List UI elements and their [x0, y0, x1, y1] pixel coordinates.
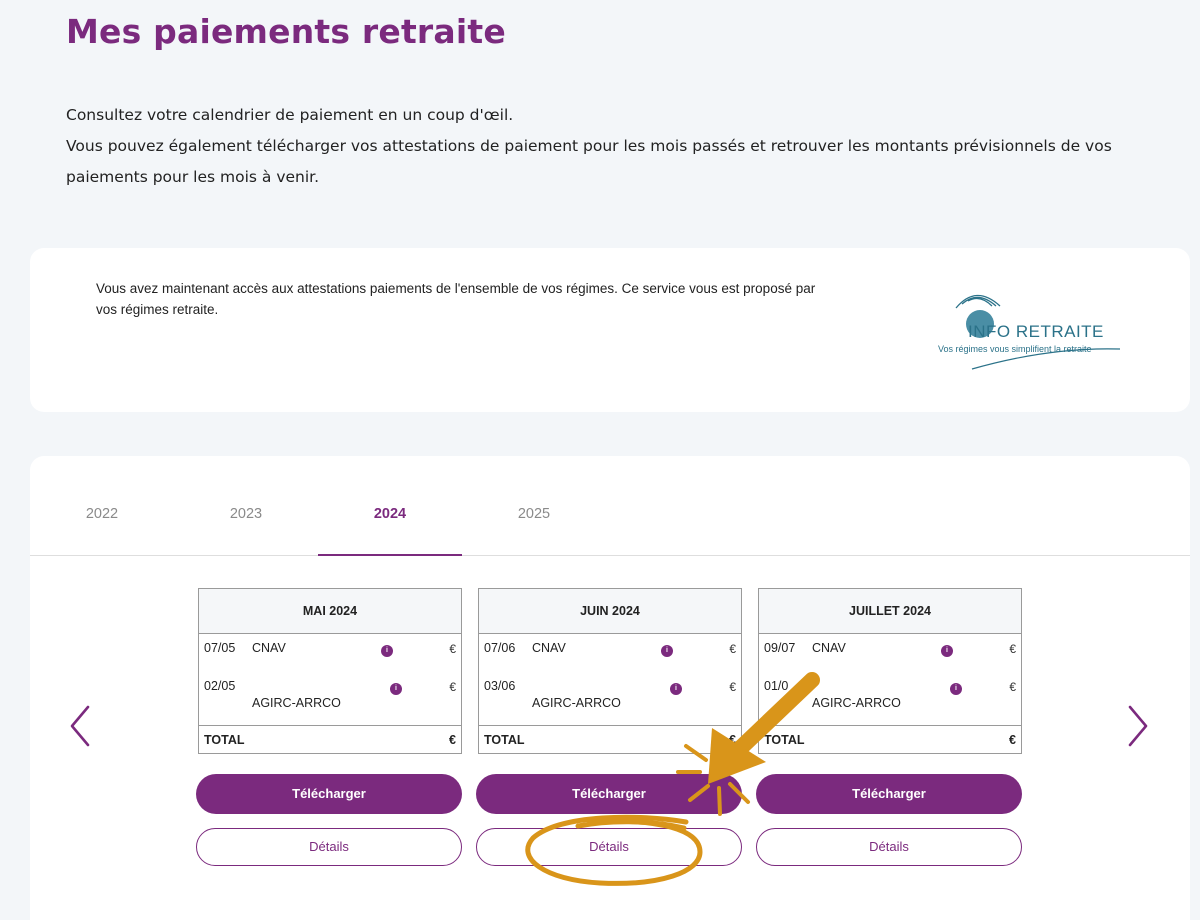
- info-dot-icon[interactable]: i: [381, 645, 393, 657]
- tab-2022[interactable]: 2022: [30, 506, 174, 522]
- row-date: 07/06: [484, 641, 516, 655]
- month-title: JUILLET 2024: [759, 589, 1021, 634]
- row-date: 07/05: [204, 641, 236, 655]
- logo-title: INFO RETRAITE: [968, 322, 1104, 341]
- chevron-right-icon[interactable]: [1124, 701, 1154, 751]
- details-button[interactable]: Détails: [756, 828, 1022, 866]
- page-title: Mes paiements retraite: [66, 12, 506, 51]
- details-button[interactable]: Détails: [196, 828, 462, 866]
- month-table: MAI 2024 07/05 CNAV i € 02/05 AGIRC-ARRC…: [198, 588, 462, 754]
- tab-2025[interactable]: 2025: [462, 506, 606, 522]
- month-total: TOTAL €: [199, 725, 461, 753]
- row-org: AGIRC-ARRCO: [252, 696, 341, 710]
- month-card-mai-2024: MAI 2024 07/05 CNAV i € 02/05 AGIRC-ARRC…: [196, 588, 462, 866]
- year-tabs: 2022 2023 2024 2025: [30, 456, 1190, 556]
- month-title: JUIN 2024: [479, 589, 741, 634]
- month-rows: 07/06 CNAV i € 03/06 AGIRC-ARRCO i €: [479, 634, 741, 725]
- row-org: CNAV: [252, 641, 286, 655]
- row-date: 01/0: [764, 679, 789, 693]
- row-date: 03/06: [484, 679, 516, 693]
- telecharger-button[interactable]: Télécharger: [476, 774, 742, 814]
- row-date: 09/07: [764, 641, 796, 655]
- row-currency: €: [729, 680, 736, 694]
- info-dot-icon[interactable]: i: [950, 683, 962, 695]
- row-date: 02/05: [204, 679, 236, 693]
- total-label: TOTAL: [484, 733, 525, 747]
- total-label: TOTAL: [204, 733, 245, 747]
- month-table: JUILLET 2024 09/07 CNAV i € 01/0 AGIRC-A…: [758, 588, 1022, 754]
- row-org: AGIRC-ARRCO: [532, 696, 621, 710]
- telecharger-button[interactable]: Télécharger: [196, 774, 462, 814]
- logo-subtitle: Vos régimes vous simplifient la retraite: [938, 344, 1092, 354]
- intro-text: Consultez votre calendrier de paiement e…: [66, 100, 1166, 193]
- total-currency: €: [729, 733, 736, 747]
- row-currency: €: [1009, 642, 1016, 656]
- info-dot-icon[interactable]: i: [670, 683, 682, 695]
- info-dot-icon[interactable]: i: [941, 645, 953, 657]
- info-retraite-logo: INFO RETRAITE Vos régimes vous simplifie…: [920, 284, 1120, 374]
- active-tab-indicator: [318, 554, 462, 556]
- info-dot-icon[interactable]: i: [390, 683, 402, 695]
- row-currency: €: [449, 642, 456, 656]
- row-org: CNAV: [532, 641, 566, 655]
- total-label: TOTAL: [764, 733, 805, 747]
- month-title: MAI 2024: [199, 589, 461, 634]
- chevron-left-icon[interactable]: [64, 701, 94, 751]
- row-currency: €: [449, 680, 456, 694]
- total-currency: €: [1009, 733, 1016, 747]
- telecharger-button[interactable]: Télécharger: [756, 774, 1022, 814]
- tab-2023[interactable]: 2023: [174, 506, 318, 522]
- row-currency: €: [1009, 680, 1016, 694]
- info-banner-text: Vous avez maintenant accès aux attestati…: [96, 281, 816, 317]
- info-dot-icon[interactable]: i: [661, 645, 673, 657]
- month-rows: 07/05 CNAV i € 02/05 AGIRC-ARRCO i €: [199, 634, 461, 725]
- info-banner: Vous avez maintenant accès aux attestati…: [30, 248, 1190, 412]
- intro-line-2: Vous pouvez également télécharger vos at…: [66, 137, 1112, 186]
- row-currency: €: [729, 642, 736, 656]
- month-total: TOTAL €: [759, 725, 1021, 753]
- tab-2024[interactable]: 2024: [318, 506, 462, 522]
- month-card-juin-2024: JUIN 2024 07/06 CNAV i € 03/06 AGIRC-ARR…: [476, 588, 742, 866]
- month-total: TOTAL €: [479, 725, 741, 753]
- payments-card: 2022 2023 2024 2025 MAI 2024 07/05 CNAV …: [30, 456, 1190, 920]
- details-button[interactable]: Détails: [476, 828, 742, 866]
- total-currency: €: [449, 733, 456, 747]
- month-rows: 09/07 CNAV i € 01/0 AGIRC-ARRCO i €: [759, 634, 1021, 725]
- month-card-juillet-2024: JUILLET 2024 09/07 CNAV i € 01/0 AGIRC-A…: [756, 588, 1022, 866]
- row-org: CNAV: [812, 641, 846, 655]
- row-org: AGIRC-ARRCO: [812, 696, 901, 710]
- month-table: JUIN 2024 07/06 CNAV i € 03/06 AGIRC-ARR…: [478, 588, 742, 754]
- intro-line-1: Consultez votre calendrier de paiement e…: [66, 106, 514, 124]
